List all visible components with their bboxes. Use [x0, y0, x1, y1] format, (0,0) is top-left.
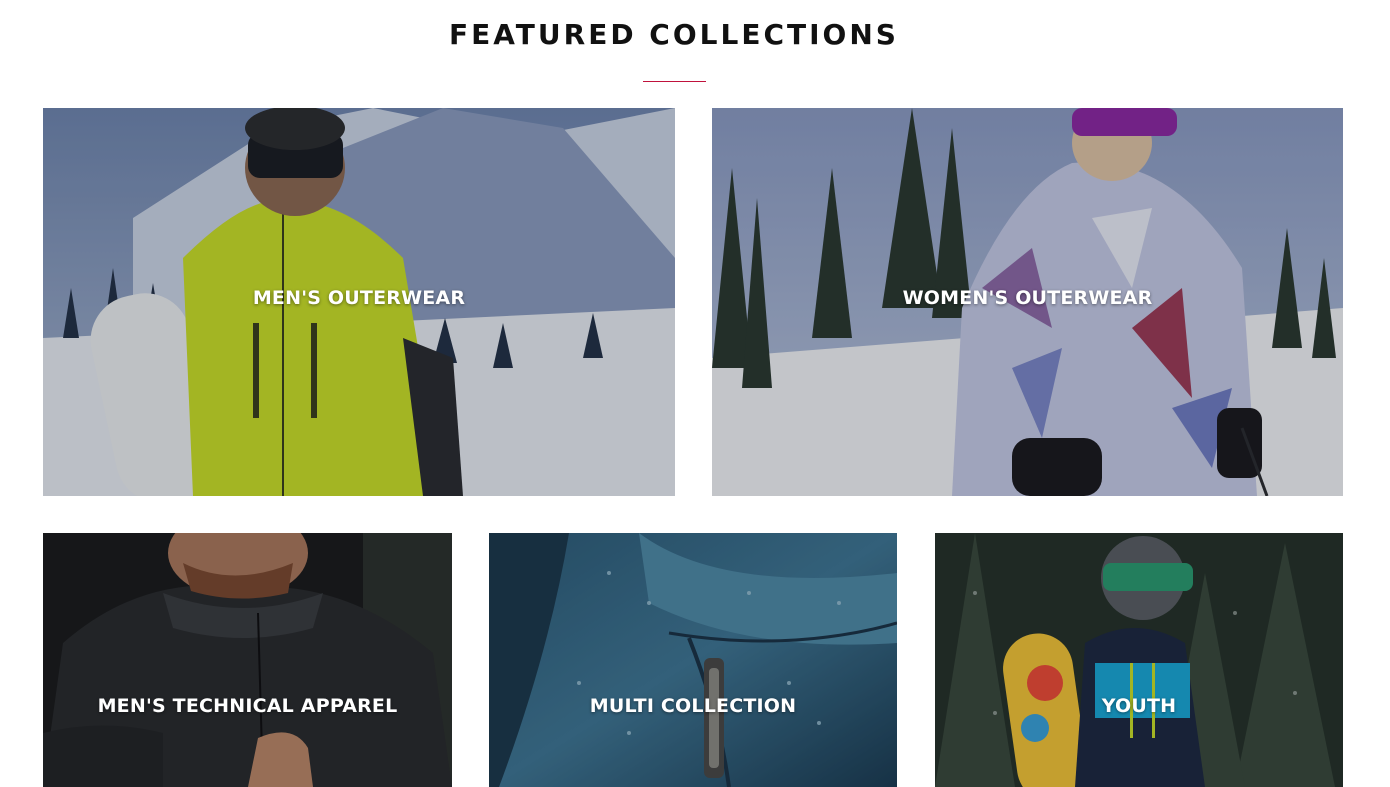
collection-label: MEN'S TECHNICAL APPAREL [97, 695, 398, 717]
collection-card-womens-outerwear[interactable]: WOMEN'S OUTERWEAR [712, 108, 1343, 496]
title-divider [643, 81, 706, 82]
collection-label: YOUTH [1101, 695, 1177, 717]
collection-label: WOMEN'S OUTERWEAR [902, 287, 1153, 309]
image-overlay [489, 533, 897, 787]
collection-card-mens-outerwear[interactable]: MEN'S OUTERWEAR [43, 108, 675, 496]
collection-card-mens-technical-apparel[interactable]: MEN'S TECHNICAL APPAREL [43, 533, 452, 787]
featured-collections-section: FEATURED COLLECTIONS MEN'S OUTERWEAR WOM… [0, 0, 1390, 787]
section-title: FEATURED COLLECTIONS [449, 18, 899, 51]
collection-label: MULTI COLLECTION [589, 695, 797, 717]
collection-card-youth[interactable]: YOUTH [935, 533, 1343, 787]
image-overlay [935, 533, 1343, 787]
collection-label: MEN'S OUTERWEAR [252, 287, 466, 309]
image-overlay [43, 533, 452, 787]
collection-card-multi-collection[interactable]: MULTI COLLECTION [489, 533, 897, 787]
